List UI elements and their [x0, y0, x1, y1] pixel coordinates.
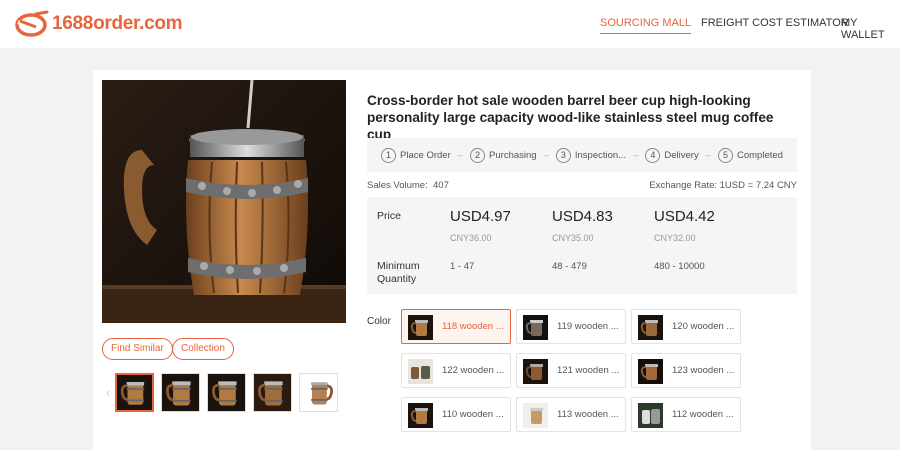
color-option[interactable]: 122 wooden ...	[401, 353, 511, 388]
collection-button[interactable]: Collection	[172, 338, 234, 360]
color-option-label: 119 wooden ...	[557, 321, 619, 332]
step-number: 4	[645, 147, 661, 163]
color-option-label: 113 wooden ...	[557, 409, 619, 420]
color-option-label: 122 wooden ...	[442, 365, 505, 376]
step-place-order: 1 Place Order	[381, 147, 451, 163]
step-label: Place Order	[400, 149, 451, 161]
step-purchasing: 2 Purchasing	[470, 147, 537, 163]
top-navigation-bar: 1688order.com SOURCING MALL FREIGHT COST…	[0, 0, 900, 48]
step-inspection: 3 Inspection...	[555, 147, 627, 163]
logo-icon	[15, 10, 49, 37]
step-number: 1	[381, 147, 397, 163]
thumbnail-strip: ‹	[101, 371, 345, 413]
mug-thumbnail	[162, 373, 199, 411]
color-option-label: 123 wooden ...	[672, 365, 735, 376]
price-label: Price	[377, 210, 401, 222]
step-separator: –	[457, 149, 464, 161]
mug-picture	[102, 80, 346, 323]
step-separator: –	[543, 149, 549, 161]
nav-freight-cost-estimator[interactable]: FREIGHT COST ESTIMATOR	[701, 17, 849, 29]
color-label: Color	[367, 316, 391, 327]
min-quantity-label: Minimum Quantity	[377, 260, 420, 286]
chevron-left-icon[interactable]: ‹	[101, 385, 115, 400]
sales-volume-value: 407	[433, 180, 449, 191]
product-main-image[interactable]	[102, 80, 346, 323]
color-option[interactable]: 123 wooden ...	[631, 353, 741, 388]
color-option-label: 120 wooden ...	[672, 321, 735, 332]
min-quantity-label-line1: Minimum	[377, 260, 420, 272]
step-number: 5	[718, 147, 733, 163]
color-option-image	[408, 359, 433, 384]
step-label: Delivery	[664, 149, 699, 161]
color-option-image	[523, 359, 548, 384]
tier-price-usd: USD4.42	[654, 208, 715, 225]
color-option[interactable]: 121 wooden ...	[516, 353, 626, 388]
step-completed: 5 Completed	[718, 147, 783, 163]
tier-price-cny: CNY36.00	[450, 233, 492, 243]
color-option-label: 112 wooden ...	[672, 409, 734, 420]
thumbnail-image[interactable]	[253, 372, 292, 412]
tier-price-cny: CNY32.00	[654, 233, 696, 243]
min-quantity-label-line2: Quantity	[377, 273, 417, 285]
thumbnail-image[interactable]	[207, 372, 246, 412]
tier-price-cny: CNY35.00	[552, 233, 594, 243]
tier-quantity-range: 48 - 479	[552, 261, 587, 272]
step-label: Purchasing	[489, 149, 537, 161]
mug-thumbnail	[300, 373, 337, 411]
color-option-image	[638, 403, 663, 428]
color-option[interactable]: 110 wooden ...	[401, 397, 511, 432]
nav-sourcing-mall[interactable]: SOURCING MALL	[600, 17, 692, 34]
tier-price-usd: USD4.97	[450, 208, 511, 225]
price-table: Price Minimum Quantity USD4.97 CNY36.00 …	[367, 197, 797, 294]
step-separator: –	[705, 149, 711, 161]
color-option[interactable]: 119 wooden ...	[516, 309, 626, 344]
color-option-image	[638, 315, 663, 340]
thumbnail-image[interactable]	[115, 372, 154, 412]
step-separator: –	[633, 149, 639, 161]
color-option[interactable]: 112 wooden ...	[631, 397, 741, 432]
brand-name: 1688order.com	[52, 13, 183, 34]
color-option[interactable]: 118 wooden ...	[401, 309, 511, 344]
product-card: Find Similar Collection ‹ Cross-border h…	[93, 70, 811, 450]
tier-quantity-range: 1 - 47	[450, 261, 475, 272]
color-option[interactable]: 113 wooden ...	[516, 397, 626, 432]
nav-my-wallet[interactable]: MY WALLET	[841, 17, 900, 41]
color-option-label: 121 wooden ...	[557, 365, 620, 376]
color-option-label: 118 wooden ...	[442, 321, 504, 332]
tier-price-usd: USD4.83	[552, 208, 613, 225]
exchange-rate: Exchange Rate: 1USD = 7.24 CNY	[649, 180, 797, 191]
mug-thumbnail	[254, 373, 291, 411]
color-option-image	[408, 403, 433, 428]
color-option-image	[638, 359, 663, 384]
sales-volume: Sales Volume: 407	[367, 180, 449, 191]
product-title: Cross-border hot sale wooden barrel beer…	[367, 93, 774, 142]
thumbnail-image[interactable]	[299, 372, 338, 412]
order-process-steps: 1 Place Order – 2 Purchasing – 3 Inspection…	[367, 138, 797, 172]
mug-thumbnail	[117, 374, 152, 410]
color-option-label: 110 wooden ...	[442, 409, 504, 420]
mug-thumbnail	[208, 373, 245, 411]
step-label: Inspection...	[574, 149, 627, 161]
color-option-image	[523, 315, 548, 340]
step-number: 2	[470, 147, 486, 163]
thumbnail-image[interactable]	[161, 372, 200, 412]
step-label: Completed	[737, 149, 783, 161]
color-option-image	[523, 403, 548, 428]
tier-quantity-range: 480 - 10000	[654, 261, 705, 272]
step-number: 3	[555, 147, 571, 163]
color-option[interactable]: 120 wooden ...	[631, 309, 741, 344]
color-option-image	[408, 315, 433, 340]
step-delivery: 4 Delivery	[645, 147, 699, 163]
find-similar-button[interactable]: Find Similar	[102, 338, 173, 360]
sales-volume-label: Sales Volume:	[367, 180, 428, 191]
brand-logo[interactable]: 1688order.com	[14, 10, 183, 38]
